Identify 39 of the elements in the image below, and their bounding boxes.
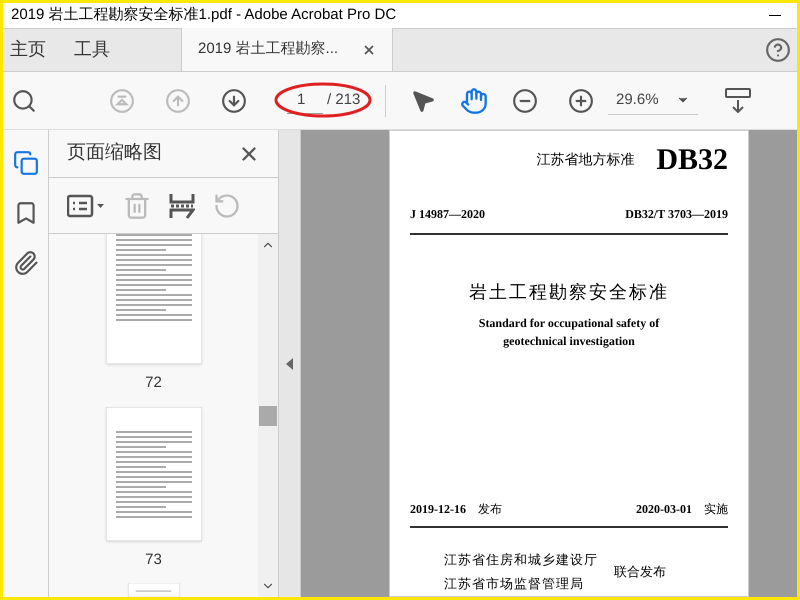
next-page-icon[interactable] — [221, 88, 247, 114]
tab[interactable]: 2019 岩土工程勘察... — [181, 28, 394, 71]
header-text: 江苏省地方标准 — [536, 151, 634, 170]
download-icon[interactable] — [724, 86, 752, 114]
extract-pages-icon[interactable] — [169, 192, 195, 220]
tab[interactable]: 主页 — [3, 28, 53, 71]
zoom-in-icon[interactable] — [568, 88, 594, 114]
registration-number: J 14987—2020 — [410, 206, 485, 223]
attachment-icon[interactable] — [12, 250, 38, 276]
panel-title: 页面缩略图 — [67, 141, 162, 166]
zoom-dropdown[interactable]: 29.6% — [608, 86, 698, 114]
english-title: geotechnical investigation — [503, 333, 635, 350]
page-thumbnail-drawing[interactable] — [106, 234, 202, 364]
search-icon[interactable] — [11, 88, 37, 114]
window-title: 2019 岩土工程勘察安全标准1.pdf - Adobe Acrobat Pro DC — [11, 5, 396, 26]
page-number: 73 — [145, 550, 162, 570]
standard-code: DB32 — [656, 145, 728, 175]
effective-date: 2020-03-01 实施 — [636, 501, 728, 518]
issuer-name: 江苏省市场监督管理局 — [444, 574, 585, 592]
standard-number: DB32/T 3703—2019 — [625, 206, 728, 223]
page-number-field[interactable]: 1 — [287, 88, 323, 114]
scrollbar-thumb[interactable] — [259, 406, 277, 426]
page-thumbnail-drawing[interactable] — [106, 406, 202, 540]
page-number: 72 — [145, 373, 162, 393]
english-title: Standard for occupational safety of — [478, 315, 660, 332]
issuer-name: 江苏省住房和城乡建设厅 — [444, 551, 598, 569]
hand-icon[interactable] — [460, 86, 488, 114]
options-icon[interactable] — [67, 192, 105, 218]
document-title: 岩土工程勘察安全标准 — [469, 281, 669, 304]
joint-release-text: 联合发布 — [614, 562, 666, 581]
close-tab-icon[interactable] — [362, 42, 376, 56]
collapse-arrow-icon[interactable] — [286, 358, 294, 370]
zoom-out-icon[interactable] — [512, 88, 538, 114]
pages-icon[interactable] — [12, 150, 38, 176]
page-count: / 213 — [327, 90, 362, 110]
publish-date: 2019-12-16 发布 — [410, 501, 502, 518]
tab[interactable]: 工具 — [67, 28, 117, 71]
help-icon[interactable] — [765, 37, 791, 63]
scrollbar[interactable] — [258, 234, 278, 597]
